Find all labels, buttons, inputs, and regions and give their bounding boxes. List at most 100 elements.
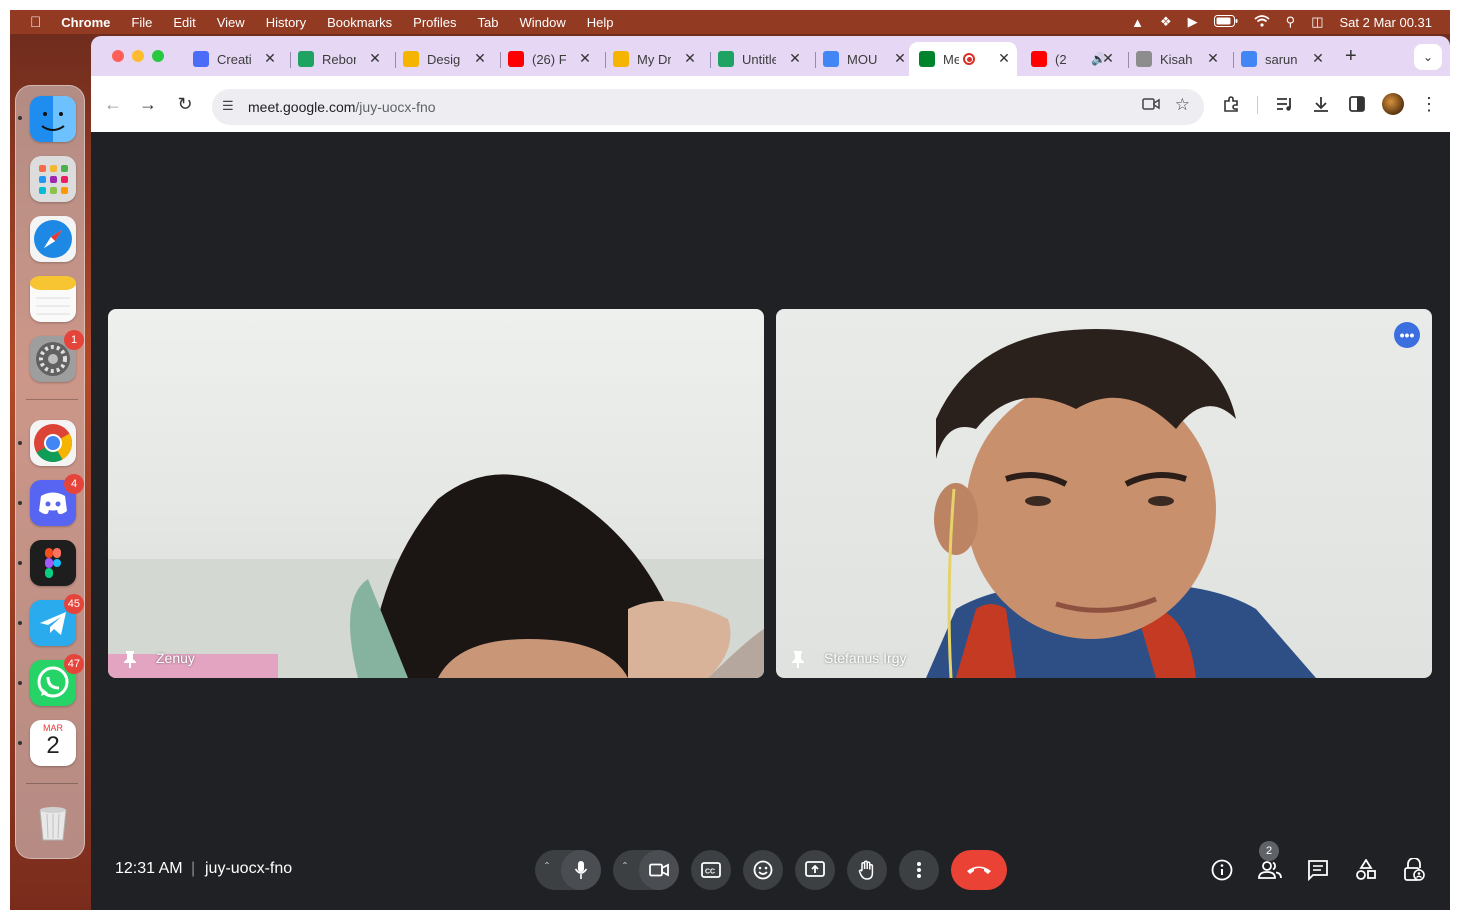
menu-view[interactable]: View xyxy=(217,15,245,30)
close-tab-icon[interactable]: ✕ xyxy=(786,50,804,67)
discord-app-icon[interactable]: 4 xyxy=(30,474,84,526)
battery-icon[interactable] xyxy=(1213,14,1238,30)
spotlight-search-icon[interactable]: ⚲ xyxy=(1286,14,1296,30)
camera-in-use-icon[interactable] xyxy=(1142,97,1160,115)
notes-app-icon[interactable] xyxy=(30,276,76,322)
site-info-icon[interactable]: ☰ xyxy=(222,98,234,114)
figma-app-icon[interactable] xyxy=(30,540,76,586)
close-tab-icon[interactable]: ✕ xyxy=(1099,50,1117,67)
bookmark-star-icon[interactable]: ☆ xyxy=(1175,95,1190,115)
browser-tab[interactable]: Rebor ✕ xyxy=(296,42,388,76)
telegram-app-icon[interactable]: 45 xyxy=(30,594,84,646)
more-options-icon[interactable]: ••• xyxy=(1394,322,1420,348)
browser-tab[interactable]: Kisah ✕ xyxy=(1134,42,1226,76)
minimize-window-button[interactable] xyxy=(132,50,144,62)
finder-app-icon[interactable] xyxy=(30,96,76,142)
browser-tab[interactable]: (26) F ✕ xyxy=(506,42,598,76)
participant-tile[interactable]: ••• Stefanus Irgy xyxy=(776,309,1432,678)
browser-tab[interactable]: Untitle ✕ xyxy=(716,42,808,76)
play-icon[interactable]: ▶ xyxy=(1188,14,1198,30)
browser-tab[interactable]: Desig ✕ xyxy=(401,42,493,76)
menu-profiles[interactable]: Profiles xyxy=(413,15,456,30)
side-panel-icon[interactable] xyxy=(1343,90,1371,118)
back-button[interactable]: ← xyxy=(99,90,127,118)
address-bar[interactable]: ☰ meet.google.com/juy-uocx-fno ☆ xyxy=(212,89,1204,125)
pin-icon[interactable] xyxy=(790,650,806,668)
raise-hand-button[interactable] xyxy=(847,850,887,890)
reload-button[interactable]: ↻ xyxy=(171,90,199,118)
tab-title: (26) F xyxy=(532,51,566,67)
running-indicator xyxy=(18,561,22,565)
close-tab-icon[interactable]: ✕ xyxy=(995,50,1013,67)
participant-tile[interactable]: Zenuy xyxy=(108,309,764,678)
close-tab-icon[interactable]: ✕ xyxy=(1309,50,1327,67)
menubar-datetime[interactable]: Sat 2 Mar 00.31 xyxy=(1340,15,1433,30)
whatsapp-app-icon[interactable]: 47 xyxy=(30,654,84,706)
camera-button[interactable] xyxy=(639,850,679,890)
host-controls-button[interactable] xyxy=(1396,852,1432,888)
tab-separator xyxy=(500,52,501,68)
menu-tab[interactable]: Tab xyxy=(478,15,499,30)
reactions-button[interactable] xyxy=(743,850,783,890)
menu-help[interactable]: Help xyxy=(587,15,614,30)
profile-avatar[interactable] xyxy=(1379,90,1407,118)
browser-tab[interactable]: Creati ✕ xyxy=(191,42,283,76)
close-tab-icon[interactable]: ✕ xyxy=(891,50,909,67)
pin-icon[interactable] xyxy=(122,650,138,668)
close-tab-icon[interactable]: ✕ xyxy=(681,50,699,67)
activities-button[interactable] xyxy=(1348,852,1384,888)
svg-text:CC: CC xyxy=(705,869,715,876)
chrome-menu-icon[interactable]: ⋮ xyxy=(1415,90,1443,118)
zoom-window-button[interactable] xyxy=(152,50,164,62)
recording-indicator-icon xyxy=(963,53,975,65)
figma-status-icon[interactable]: ❖ xyxy=(1160,14,1172,30)
extensions-icon[interactable] xyxy=(1217,90,1245,118)
browser-tab[interactable]: MOU I ✕ xyxy=(821,42,913,76)
vpn-icon[interactable]: ▲ xyxy=(1131,15,1144,30)
close-tab-icon[interactable]: ✕ xyxy=(261,50,279,67)
launchpad-app-icon[interactable] xyxy=(30,156,76,202)
media-controls-icon[interactable] xyxy=(1271,90,1299,118)
control-center-icon[interactable]: ◫ xyxy=(1311,14,1323,30)
captions-button[interactable]: CC xyxy=(691,850,731,890)
meeting-code: juy-uocx-fno xyxy=(205,860,293,877)
video-options-chevron-icon[interactable]: ˆ xyxy=(623,860,627,874)
calendar-app-icon[interactable]: MAR 2 xyxy=(30,720,76,766)
chat-button[interactable] xyxy=(1300,852,1336,888)
apple-menu-icon[interactable]:  xyxy=(30,14,41,31)
browser-tab[interactable]: Me ✕ xyxy=(909,42,1017,76)
browser-tab[interactable]: My Dr ✕ xyxy=(611,42,703,76)
close-tab-icon[interactable]: ✕ xyxy=(576,50,594,67)
safari-app-icon[interactable] xyxy=(30,216,76,262)
menu-bookmarks[interactable]: Bookmarks xyxy=(327,15,392,30)
close-tab-icon[interactable]: ✕ xyxy=(366,50,384,67)
menu-file[interactable]: File xyxy=(131,15,152,30)
tab-search-button[interactable]: ⌄ xyxy=(1414,44,1442,70)
meeting-details-button[interactable] xyxy=(1204,852,1240,888)
chrome-app-icon[interactable] xyxy=(30,420,76,466)
menu-app-name[interactable]: Chrome xyxy=(61,15,110,30)
leave-call-button[interactable] xyxy=(951,850,1007,890)
menu-history[interactable]: History xyxy=(266,15,306,30)
wifi-icon[interactable] xyxy=(1254,14,1270,30)
new-tab-button[interactable]: + xyxy=(1345,45,1357,68)
url-text[interactable]: meet.google.com/juy-uocx-fno xyxy=(248,99,436,115)
settings-badge: 1 xyxy=(64,330,84,350)
forward-button[interactable]: → xyxy=(134,90,162,118)
browser-tab[interactable]: sarun ✕ xyxy=(1239,42,1331,76)
audio-options-chevron-icon[interactable]: ˆ xyxy=(545,860,549,874)
captions-icon: CC xyxy=(701,862,721,878)
microphone-button[interactable] xyxy=(561,850,601,890)
close-window-button[interactable] xyxy=(112,50,124,62)
menu-window[interactable]: Window xyxy=(520,15,566,30)
close-tab-icon[interactable]: ✕ xyxy=(471,50,489,67)
tab-title: Rebor xyxy=(322,51,356,67)
present-screen-button[interactable] xyxy=(795,850,835,890)
system-settings-app-icon[interactable]: 1 xyxy=(30,330,84,382)
downloads-icon[interactable] xyxy=(1307,90,1335,118)
close-tab-icon[interactable]: ✕ xyxy=(1204,50,1222,67)
browser-tab[interactable]: (2 🔊 ✕ xyxy=(1029,42,1121,76)
trash-icon[interactable] xyxy=(30,798,76,844)
menu-edit[interactable]: Edit xyxy=(173,15,195,30)
more-options-button[interactable] xyxy=(899,850,939,890)
